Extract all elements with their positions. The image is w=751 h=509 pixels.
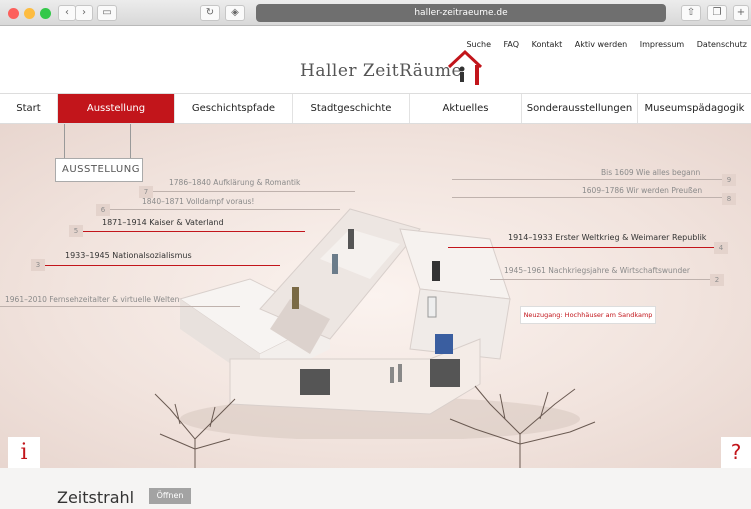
nav-item-stadtgeschichte[interactable]: Stadtgeschichte (293, 94, 410, 123)
era-3-number: 3 (31, 259, 45, 271)
era-4-number: 4 (714, 242, 728, 254)
top-link-datenschutz[interactable]: Datenschutz (697, 40, 747, 49)
era-2-label[interactable]: 1945–1961 Nachkriegsjahre & Wirtschaftsw… (504, 266, 690, 275)
tree-illustration (154, 393, 236, 468)
share-icon[interactable]: ⇧ (681, 5, 701, 21)
new-tab-icon[interactable]: + (733, 5, 749, 21)
site-header: Suche FAQ Kontakt Aktiv werden Impressum… (0, 27, 751, 93)
era-9-line (452, 179, 722, 180)
era-1-label[interactable]: 1961–2010 Fernsehzeitalter & virtuelle W… (5, 295, 179, 304)
nav-item-ausstellung[interactable]: Ausstellung (58, 94, 175, 123)
browser-toolbar: ‹ › ▭ ↻ ◈ haller-zeitraeume.de ⇧ ❐ + (0, 0, 751, 26)
era-6-number: 6 (96, 204, 110, 216)
era-4-line (448, 247, 722, 248)
era-5-number: 5 (69, 225, 83, 237)
era-4-label[interactable]: 1914–1933 Erster Weltkrieg & Weimarer Re… (508, 233, 706, 242)
era-6-line (100, 209, 340, 210)
era-2-number: 2 (710, 274, 724, 286)
nav-item-museumspaedagogik[interactable]: Museumspädagogik (638, 94, 751, 123)
era-3-line (40, 265, 280, 266)
era-7-label[interactable]: 1786–1840 Aufklärung & Romantik (169, 178, 300, 187)
nav-item-aktuelles[interactable]: Aktuelles (410, 94, 522, 123)
era-8-label[interactable]: 1609–1786 Wir werden Preußen (582, 186, 702, 195)
era-9-label[interactable]: Bis 1609 Wie alles begann (601, 168, 700, 177)
era-8-line (452, 197, 722, 198)
house-logo-icon (447, 49, 483, 85)
era-7-line (145, 191, 355, 192)
tag-connector (64, 124, 65, 158)
open-timeline-button[interactable]: Öffnen (149, 488, 191, 504)
help-icon[interactable]: ? (721, 437, 751, 468)
main-nav: Start Ausstellung Geschichtspfade Stadtg… (0, 93, 751, 124)
zoom-window-button[interactable] (40, 8, 51, 19)
era-9-number: 9 (722, 174, 736, 186)
close-window-button[interactable] (8, 8, 19, 19)
nav-item-geschichtspfade[interactable]: Geschichtspfade (175, 94, 293, 123)
top-link-aktiv-werden[interactable]: Aktiv werden (575, 40, 627, 49)
era-6-label[interactable]: 1840–1871 Volldampf voraus! (142, 197, 254, 206)
exhibition-stage: Ausstellung Bis 1609 Wie alles begann 9 … (0, 124, 751, 468)
era-5-label[interactable]: 1871–1914 Kaiser & Vaterland (102, 218, 224, 227)
top-link-kontakt[interactable]: Kontakt (532, 40, 563, 49)
top-link-faq[interactable]: FAQ (504, 40, 520, 49)
section-tag: Ausstellung (55, 158, 143, 182)
nav-item-sonderausstellungen[interactable]: Sonderausstellungen (522, 94, 638, 123)
tag-connector (130, 124, 131, 158)
address-bar[interactable]: haller-zeitraeume.de (256, 4, 666, 22)
back-icon[interactable]: ‹ (58, 5, 76, 21)
tree-illustration (449, 385, 596, 468)
neuzugang-badge[interactable]: Neuzugang: Hochhäuser am Sandkamp (520, 306, 656, 324)
era-8-number: 8 (722, 193, 736, 205)
timeline-title: Zeitstrahl (57, 488, 135, 507)
timeline-bar: Zeitstrahl Öffnen (0, 468, 751, 509)
era-2-line (490, 279, 714, 280)
sidebar-icon[interactable]: ▭ (97, 5, 117, 21)
era-5-line (75, 231, 305, 232)
minimize-window-button[interactable] (24, 8, 35, 19)
forward-icon[interactable]: › (75, 5, 93, 21)
nav-item-start[interactable]: Start (0, 94, 58, 123)
era-1-line (0, 306, 240, 307)
tabs-icon[interactable]: ❐ (707, 5, 727, 21)
shield-icon[interactable]: ◈ (225, 5, 245, 21)
reload-icon[interactable]: ↻ (200, 5, 220, 21)
site-logo-text[interactable]: Haller ZeitRäume (300, 61, 462, 81)
info-icon[interactable]: i (8, 437, 40, 468)
era-3-label[interactable]: 1933–1945 Nationalsozialismus (65, 251, 192, 260)
top-link-impressum[interactable]: Impressum (640, 40, 684, 49)
top-links: Suche FAQ Kontakt Aktiv werden Impressum… (456, 40, 747, 49)
url-text: haller-zeitraeume.de (414, 8, 508, 18)
